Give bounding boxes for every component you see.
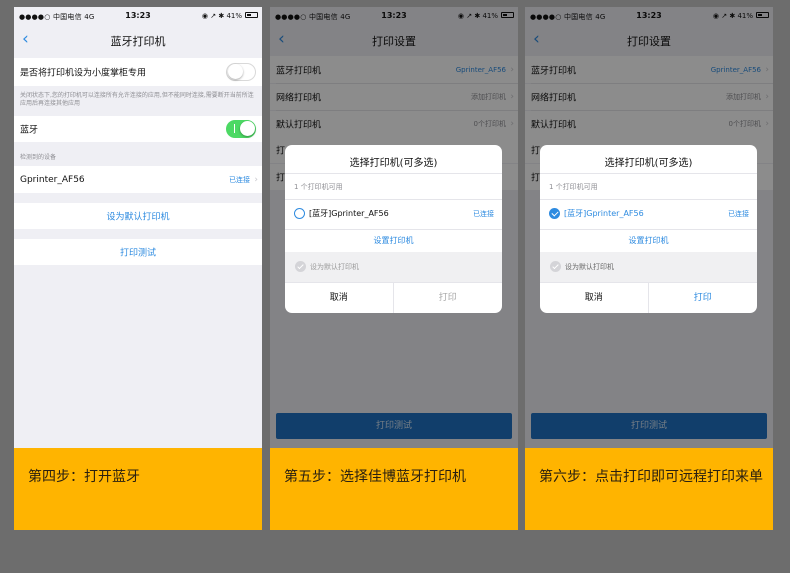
setup-printer-button[interactable]: 设置打印机 bbox=[285, 230, 502, 252]
printer-option-status: 已连接 bbox=[473, 210, 494, 218]
step5-screen: ●●●●○ 中国电信 4G 13:23 ◉ ↗ ✱ 41% ‹ 打印设置 蓝牙打… bbox=[270, 7, 518, 530]
toggle-knob bbox=[240, 121, 255, 136]
nav-bar: ‹ 蓝牙打印机 bbox=[14, 25, 262, 55]
bluetooth-toggle[interactable] bbox=[226, 120, 256, 138]
dialog-title: 选择打印机(可多选) bbox=[604, 158, 693, 169]
set-default-label: 设为默认打印机 bbox=[565, 263, 614, 271]
divider bbox=[285, 173, 502, 174]
cancel-button[interactable]: 取消 bbox=[540, 283, 649, 313]
setup-printer-button[interactable]: 设置打印机 bbox=[540, 230, 757, 252]
print-button[interactable]: 打印 bbox=[394, 283, 503, 313]
radio-checked-icon[interactable] bbox=[549, 208, 560, 219]
select-printer-dialog: 选择打印机(可多选) 1 个打印机可用 [蓝牙]Gprinter_AF56 已连… bbox=[540, 145, 757, 313]
toggle-knob bbox=[228, 64, 243, 79]
set-default-option[interactable]: 设为默认打印机 bbox=[540, 252, 757, 282]
cabinet-note: 关闭状态下,您的打印机可以连接所有允许连接的应用,但不能同时连接,需要断开当前所… bbox=[20, 92, 254, 107]
step4-screen: ●●●●○ 中国电信 4G 13:23 ◉ ↗ ✱ 41% ‹ 蓝牙打印机 是否… bbox=[14, 7, 262, 530]
step-caption: 第四步：打开蓝牙 bbox=[14, 448, 262, 530]
printer-option[interactable]: [蓝牙]Gprinter_AF56 已连接 bbox=[285, 200, 502, 228]
battery-icon bbox=[245, 12, 258, 18]
status-bar: ●●●●○ 中国电信 4G 13:23 ◉ ↗ ✱ 41% bbox=[14, 7, 262, 25]
printer-option-name: [蓝牙]Gprinter_AF56 bbox=[309, 209, 389, 218]
caption-text: 第四步：打开蓝牙 bbox=[28, 469, 140, 485]
chevron-right-icon: › bbox=[254, 174, 258, 185]
devices-section-header: 检测到的设备 bbox=[20, 154, 57, 161]
print-test-label: 打印测试 bbox=[119, 248, 156, 259]
set-default-option[interactable]: 设为默认打印机 bbox=[285, 252, 502, 282]
cabinet-exclusive-label: 是否将打印机设为小度掌柜专用 bbox=[20, 68, 147, 79]
divider bbox=[540, 173, 757, 174]
caption-text: 第六步：点击打印即可远程打印来单 bbox=[539, 469, 763, 485]
set-default-label: 设为默认打印机 bbox=[310, 263, 359, 271]
step6-screen: ●●●●○ 中国电信 4G 13:23 ◉ ↗ ✱ 41% ‹ 打印设置 蓝牙打… bbox=[525, 7, 773, 530]
dialog-title: 选择打印机(可多选) bbox=[349, 158, 438, 169]
bluetooth-label: 蓝牙 bbox=[20, 125, 39, 136]
device-row[interactable]: Gprinter_AF56 已连接 › bbox=[14, 166, 262, 193]
bluetooth-row: 蓝牙 bbox=[14, 116, 262, 142]
caption-text: 第五步：选择佳博蓝牙打印机 bbox=[284, 469, 466, 485]
cabinet-exclusive-row: 是否将打印机设为小度掌柜专用 bbox=[14, 58, 262, 86]
set-default-label: 设为默认打印机 bbox=[106, 212, 170, 223]
toggle-on-mark bbox=[234, 124, 235, 133]
status-indicators: ◉ ↗ ✱ 41% bbox=[201, 12, 242, 20]
page-title: 蓝牙打印机 bbox=[110, 35, 166, 48]
printer-option-status: 已连接 bbox=[728, 210, 749, 218]
print-button[interactable]: 打印 bbox=[649, 283, 758, 313]
checkbox-disabled-icon bbox=[295, 261, 306, 272]
checkbox-icon[interactable] bbox=[550, 261, 561, 272]
set-default-button[interactable]: 设为默认打印机 bbox=[14, 203, 262, 229]
radio-unchecked-icon[interactable] bbox=[294, 208, 305, 219]
cancel-button[interactable]: 取消 bbox=[285, 283, 394, 313]
printer-option[interactable]: [蓝牙]Gprinter_AF56 已连接 bbox=[540, 200, 757, 228]
select-printer-dialog: 选择打印机(可多选) 1 个打印机可用 [蓝牙]Gprinter_AF56 已连… bbox=[285, 145, 502, 313]
printer-count: 1 个打印机可用 bbox=[549, 183, 598, 191]
print-test-button[interactable]: 打印测试 bbox=[14, 239, 262, 265]
step-caption: 第五步：选择佳博蓝牙打印机 bbox=[270, 448, 518, 530]
device-name: Gprinter_AF56 bbox=[20, 174, 85, 185]
printer-count: 1 个打印机可用 bbox=[294, 183, 343, 191]
printer-option-name: [蓝牙]Gprinter_AF56 bbox=[564, 209, 644, 218]
device-status: 已连接 bbox=[229, 175, 250, 184]
dialog-actions: 取消 打印 bbox=[540, 282, 757, 313]
step-caption: 第六步：点击打印即可远程打印来单 bbox=[525, 448, 773, 530]
dialog-actions: 取消 打印 bbox=[285, 282, 502, 313]
cabinet-exclusive-toggle[interactable] bbox=[226, 63, 256, 81]
